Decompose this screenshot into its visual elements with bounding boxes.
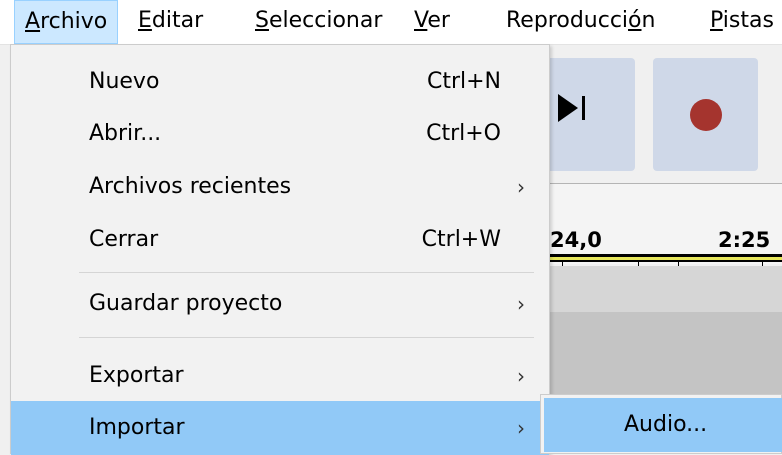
record-icon [690, 99, 722, 131]
record-button[interactable] [653, 58, 758, 171]
menu-item-guardar-proyecto[interactable]: Guardar proyecto › [11, 277, 549, 331]
import-submenu: Audio... [540, 394, 782, 454]
menu-item-label: Abrir... [89, 121, 162, 146]
menu-pistas[interactable]: Pistas [700, 0, 782, 44]
ruler-label: 2:25 [718, 228, 771, 252]
menu-editar[interactable]: Editar [128, 0, 213, 44]
menu-separator [79, 272, 534, 273]
menu-item-abrir[interactable]: Abrir... Ctrl+O [11, 107, 549, 161]
menu-item-cerrar[interactable]: Cerrar Ctrl+W [11, 213, 549, 267]
submenu-item-audio[interactable]: Audio... [544, 398, 782, 452]
menu-seleccionar[interactable]: Seleccionar [245, 0, 392, 44]
menu-item-shortcut: Ctrl+W [421, 227, 501, 252]
menu-bar: Archivo Editar Seleccionar Ver Reproducc… [0, 0, 782, 45]
menu-item-label: Cerrar [89, 227, 159, 252]
ruler-label: 24,0 [550, 228, 602, 252]
menu-item-label: Nuevo [89, 69, 160, 94]
timeline-ruler[interactable]: 24,0 2:25 [550, 183, 782, 266]
menu-editar-mnemonic: E [138, 8, 152, 33]
submenu-arrow-icon: › [517, 416, 525, 440]
menu-reproduccion[interactable]: Reproducción [496, 0, 665, 44]
menu-item-shortcut: Ctrl+N [426, 69, 501, 94]
menu-archivo[interactable]: Archivo [14, 0, 119, 44]
submenu-arrow-icon: › [517, 364, 525, 388]
menu-item-archivos-recientes[interactable]: Archivos recientes › [11, 160, 549, 214]
file-menu-dropdown: Nuevo Ctrl+N Abrir... Ctrl+O Archivos re… [10, 44, 550, 455]
menu-ver[interactable]: Ver [404, 0, 460, 44]
track-area-top [550, 266, 782, 312]
menu-item-label: Audio... [624, 412, 708, 437]
submenu-arrow-icon: › [517, 292, 525, 316]
menu-item-label: Guardar proyecto [89, 291, 283, 316]
play-region-bar[interactable] [550, 254, 782, 266]
menu-item-label: Exportar [89, 363, 184, 388]
menu-reproduccion-mnemonic: ó [628, 8, 642, 33]
submenu-arrow-icon: › [517, 175, 525, 199]
menu-item-exportar[interactable]: Exportar › [11, 349, 549, 403]
menu-pistas-mnemonic: P [710, 8, 723, 33]
menu-item-importar[interactable]: Importar › [11, 401, 549, 455]
menu-item-nuevo[interactable]: Nuevo Ctrl+N [11, 55, 549, 109]
menu-ver-mnemonic: V [414, 8, 428, 33]
menu-seleccionar-mnemonic: S [255, 8, 269, 33]
play-region-line [550, 260, 782, 262]
menu-item-label: Importar [89, 415, 185, 440]
menu-item-shortcut: Ctrl+O [426, 121, 501, 146]
menu-separator [79, 337, 534, 338]
menu-archivo-mnemonic: A [25, 9, 41, 34]
menu-item-label: Archivos recientes [89, 174, 292, 199]
